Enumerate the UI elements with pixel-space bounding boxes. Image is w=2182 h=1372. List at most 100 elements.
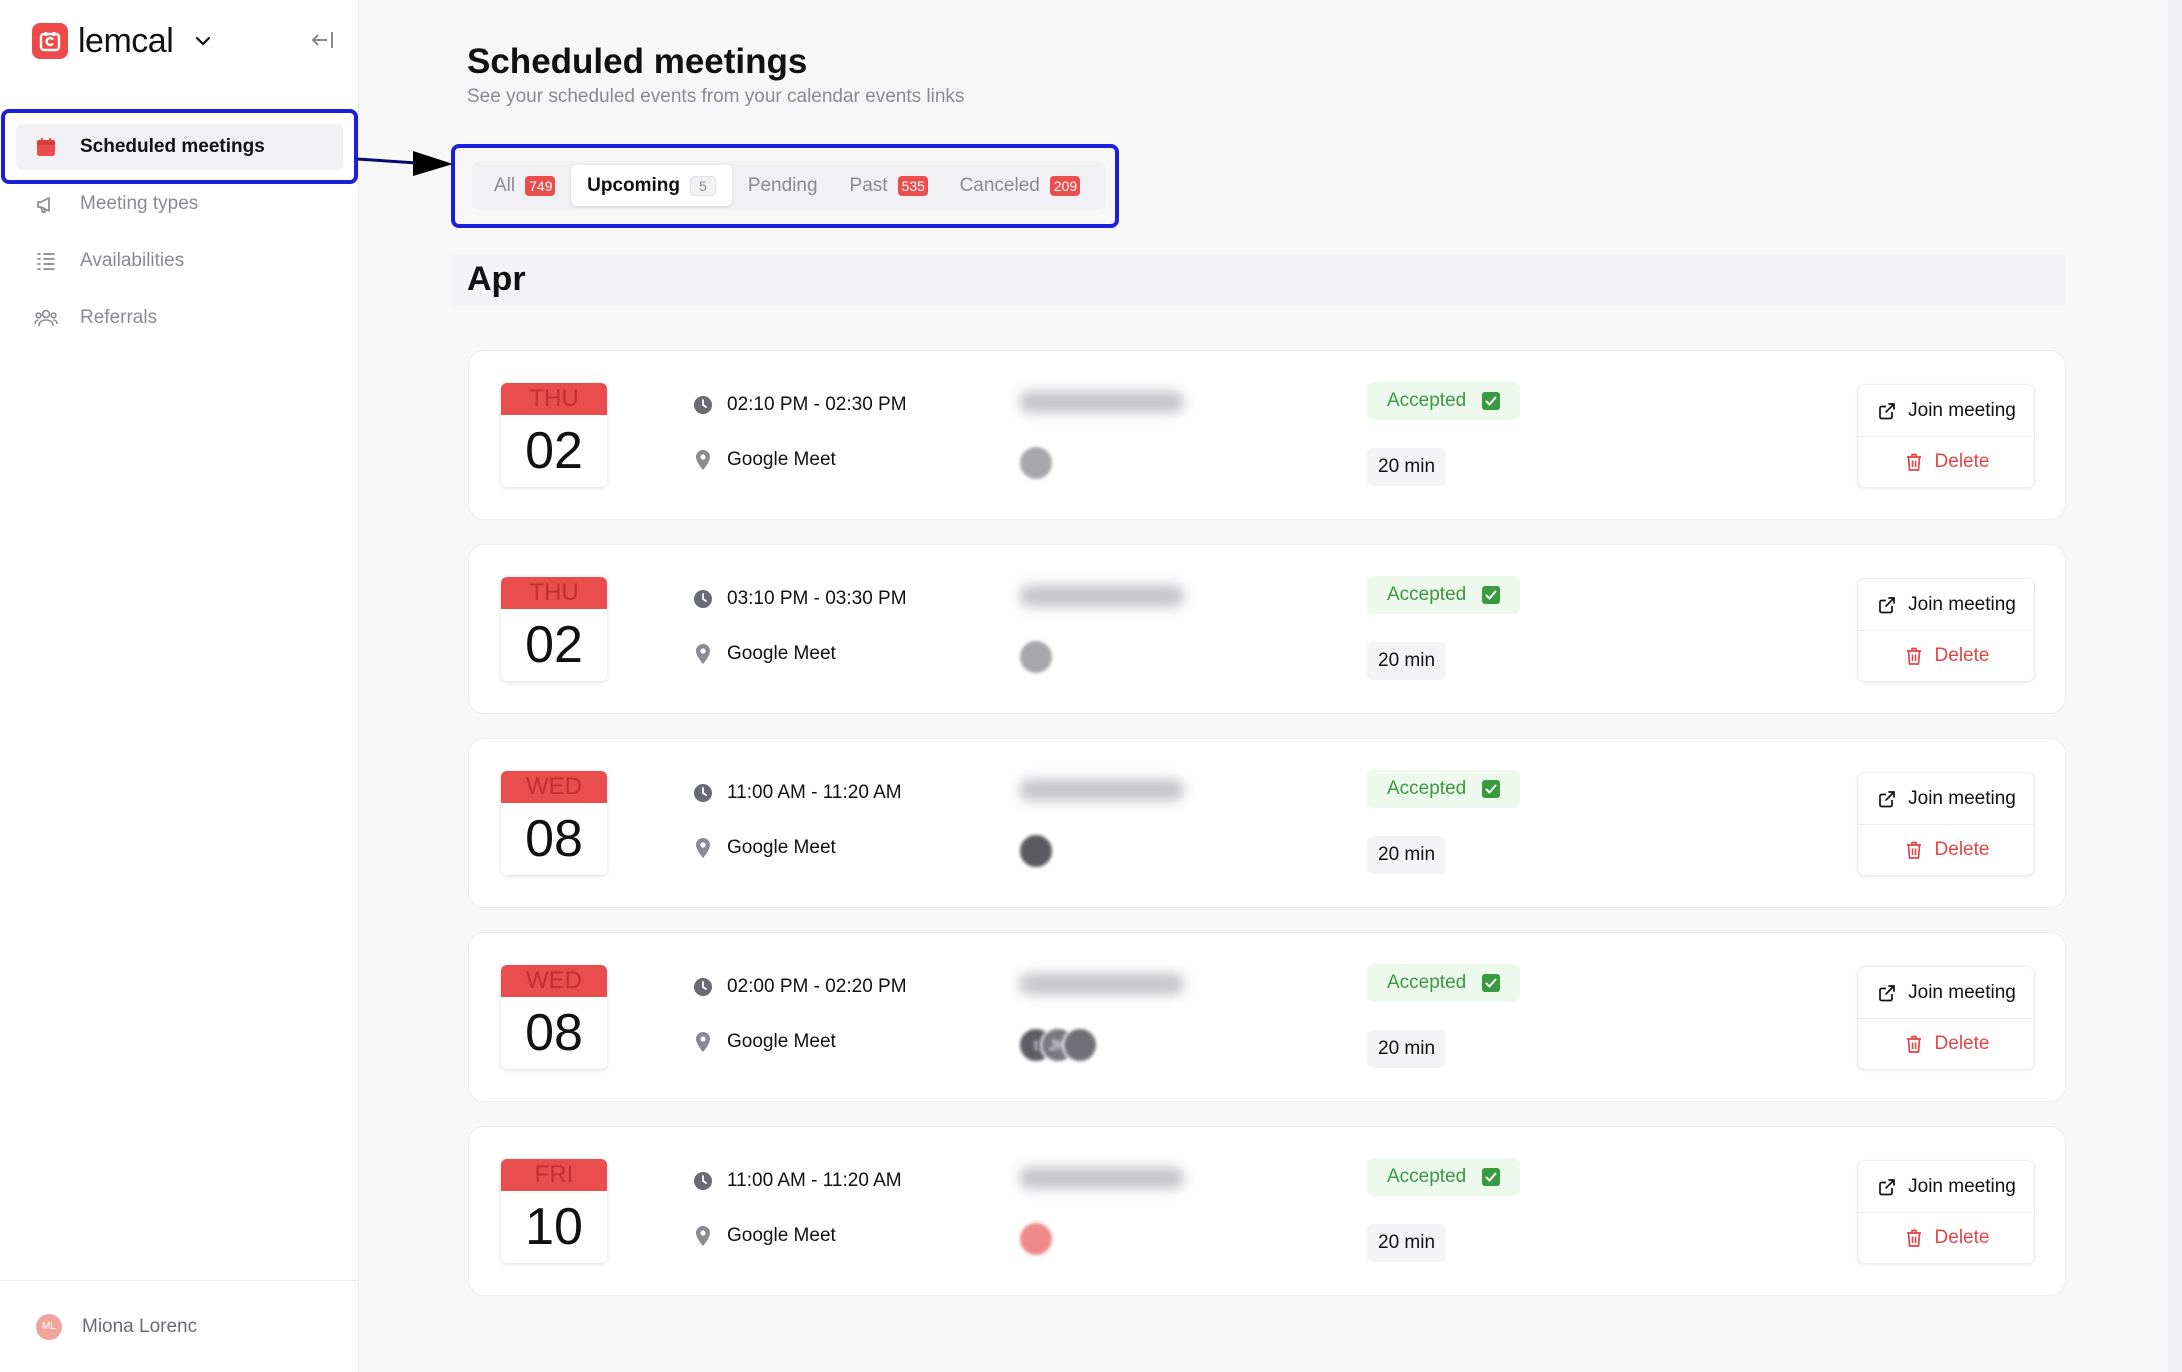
meeting-location: Google Meet (691, 1224, 836, 1248)
trash-icon (1903, 839, 1925, 861)
status-badge: Accepted (1367, 964, 1521, 1002)
meeting-actions: Join meeting Delete (1857, 1160, 2035, 1264)
tab-label: Pending (747, 174, 818, 196)
megaphone-icon (34, 192, 58, 216)
guest-name-redacted (1019, 779, 1184, 801)
sidebar-item-label: Meeting types (80, 193, 199, 214)
status-badge: Accepted (1367, 1158, 1521, 1196)
guest-avatar (1018, 833, 1054, 869)
scrollbar[interactable] (2168, 0, 2182, 1372)
tab-count-badge: 535 (897, 175, 928, 196)
map-pin-icon (691, 448, 715, 472)
meeting-location-text: Google Meet (727, 449, 836, 470)
date-weekday: WED (501, 965, 607, 997)
status-text: Accepted (1387, 1166, 1467, 1187)
avatar: ML (36, 1313, 62, 1340)
join-meeting-button[interactable]: Join meeting (1858, 1161, 2034, 1212)
tab-upcoming[interactable]: Upcoming 5 (571, 165, 732, 206)
sidebar-item-label: Referrals (80, 307, 158, 328)
delete-button[interactable]: Delete (1858, 1212, 2034, 1263)
status-text: Accepted (1387, 972, 1467, 993)
sidebar-item-availabilities[interactable]: Availabilities (16, 238, 343, 284)
check-icon (1482, 392, 1501, 410)
page-subtitle: See your scheduled events from your cale… (467, 86, 965, 107)
delete-label: Delete (1934, 1227, 1990, 1248)
lemcal-logo-icon (32, 23, 68, 59)
status-badge: Accepted (1367, 382, 1521, 420)
join-meeting-button[interactable]: Join meeting (1858, 385, 2034, 436)
user-profile[interactable]: ML Miona Lorenc (0, 1280, 359, 1372)
join-meeting-button[interactable]: Join meeting (1858, 967, 2034, 1018)
join-meeting-label: Join meeting (1908, 787, 2016, 809)
join-meeting-button[interactable]: Join meeting (1858, 579, 2034, 630)
status-tabs: All 749 Upcoming 5 Pending Past 535 Canc… (472, 161, 1106, 210)
tab-all[interactable]: All 749 (478, 165, 571, 206)
delete-button[interactable]: Delete (1858, 436, 2034, 487)
meeting-time: 11:00 AM - 11:20 AM (691, 1169, 902, 1193)
month-header: Apr (451, 254, 2066, 306)
delete-label: Delete (1934, 839, 1990, 860)
guest-avatar (1062, 1027, 1098, 1063)
meeting-location: Google Meet (691, 448, 836, 472)
meeting-location: Google Meet (691, 836, 836, 860)
users-icon (34, 306, 58, 330)
tab-label: Upcoming (587, 174, 681, 196)
delete-label: Delete (1934, 1033, 1990, 1054)
brand[interactable]: lemcal (32, 22, 213, 60)
delete-label: Delete (1934, 645, 1990, 666)
join-meeting-label: Join meeting (1908, 981, 2016, 1003)
meeting-actions: Join meeting Delete (1857, 772, 2035, 876)
status-badge: Accepted (1367, 576, 1521, 614)
date-day: 08 (525, 1004, 583, 1062)
date-badge: WED 08 (501, 965, 607, 1069)
meeting-card: THU 02 03:10 PM - 03:30 PM Google Meet A… (468, 544, 2066, 714)
delete-button[interactable]: Delete (1858, 630, 2034, 681)
guest-avatar (1018, 445, 1054, 481)
sidebar-item-referrals[interactable]: Referrals (16, 295, 343, 341)
clock-icon (691, 393, 715, 417)
map-pin-icon (691, 1224, 715, 1248)
guest-avatars (1018, 1221, 1054, 1257)
delete-button[interactable]: Delete (1858, 1018, 2034, 1069)
delete-button[interactable]: Delete (1858, 824, 2034, 875)
meeting-card: THU 02 02:10 PM - 02:30 PM Google Meet A… (468, 350, 2066, 520)
date-day: 08 (525, 810, 583, 868)
guest-avatars (1018, 833, 1054, 869)
clock-icon (691, 587, 715, 611)
tab-count-badge: 209 (1049, 175, 1080, 196)
meeting-time: 11:00 AM - 11:20 AM (691, 781, 902, 805)
join-meeting-button[interactable]: Join meeting (1858, 773, 2034, 824)
meeting-location-text: Google Meet (727, 1225, 836, 1246)
date-weekday: THU (501, 383, 607, 415)
tab-label: Past (849, 174, 888, 196)
meeting-time: 02:10 PM - 02:30 PM (691, 393, 907, 417)
tab-past[interactable]: Past 535 (834, 165, 944, 206)
meeting-card: WED 08 02:00 PM - 02:20 PM Google Meet t… (468, 932, 2066, 1102)
sidebar-item-meeting-types[interactable]: Meeting types (16, 181, 343, 227)
page-title: Scheduled meetings (467, 42, 808, 81)
meeting-actions: Join meeting Delete (1857, 384, 2035, 488)
collapse-sidebar-icon[interactable] (308, 26, 336, 54)
sidebar: lemcal Scheduled meetings Meeting types … (0, 0, 359, 1372)
brand-name: lemcal (78, 21, 174, 60)
external-link-icon (1876, 594, 1898, 616)
tab-pending[interactable]: Pending (732, 165, 834, 206)
status-text: Accepted (1387, 584, 1467, 605)
tab-canceled[interactable]: Canceled 209 (944, 165, 1096, 206)
trash-icon (1903, 1227, 1925, 1249)
date-badge: FRI 10 (501, 1159, 607, 1263)
annotation-highlight-nav (1, 109, 358, 184)
guest-avatar (1018, 639, 1054, 675)
join-meeting-label: Join meeting (1908, 593, 2016, 615)
meeting-location: Google Meet (691, 642, 836, 666)
chevron-down-icon[interactable] (193, 31, 213, 51)
meeting-time-text: 11:00 AM - 11:20 AM (727, 782, 902, 803)
guest-avatars (1018, 639, 1054, 675)
check-icon (1482, 974, 1501, 992)
date-day: 10 (525, 1198, 583, 1256)
meeting-actions: Join meeting Delete (1857, 578, 2035, 682)
meeting-time-text: 11:00 AM - 11:20 AM (727, 1170, 902, 1191)
annotation-highlight-tabs: All 749 Upcoming 5 Pending Past 535 Canc… (451, 144, 1119, 228)
meeting-time-text: 02:10 PM - 02:30 PM (727, 394, 907, 415)
date-badge: THU 02 (501, 577, 607, 681)
